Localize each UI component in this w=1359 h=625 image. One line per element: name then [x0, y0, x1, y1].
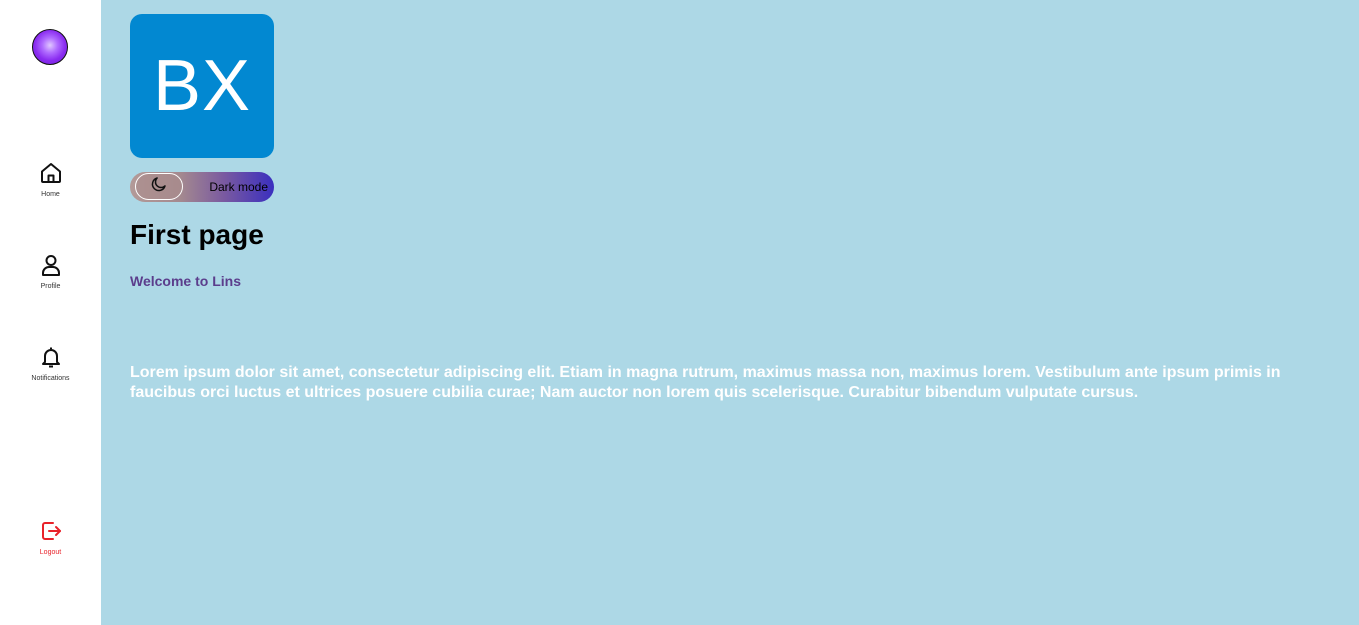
dark-mode-toggle[interactable]: Dark mode [130, 172, 274, 202]
bell-icon [0, 345, 101, 369]
main-content: BX Dark mode First page Welcome to Lins … [101, 0, 1359, 625]
page-title: First page [130, 219, 264, 250]
logout-button[interactable]: Logout [0, 519, 101, 556]
purple-orb-icon[interactable] [32, 29, 68, 65]
sidebar: Home Profile Notifications Logout [0, 0, 101, 625]
sidebar-item-label: Notifications [31, 375, 70, 382]
brand-logo-text: BX [152, 46, 252, 126]
dark-mode-label: Dark mode [209, 180, 268, 194]
app: Home Profile Notifications Logout BX Dar… [0, 0, 1359, 625]
logout-icon [0, 519, 101, 543]
moon-icon [150, 175, 168, 198]
brand-logo: BX [130, 14, 274, 158]
sidebar-item-notifications[interactable]: Notifications [0, 345, 101, 382]
sidebar-item-home[interactable]: Home [0, 161, 101, 198]
welcome-text: Welcome to Lins [130, 273, 241, 289]
home-icon [0, 161, 101, 185]
user-icon [0, 253, 101, 277]
body-text: Lorem ipsum dolor sit amet, consectetur … [130, 364, 1281, 401]
sidebar-item-label: Profile [40, 283, 61, 290]
logout-label: Logout [39, 549, 62, 556]
sidebar-item-label: Home [41, 191, 60, 198]
sidebar-item-profile[interactable]: Profile [0, 253, 101, 290]
toggle-knob[interactable] [135, 173, 183, 200]
